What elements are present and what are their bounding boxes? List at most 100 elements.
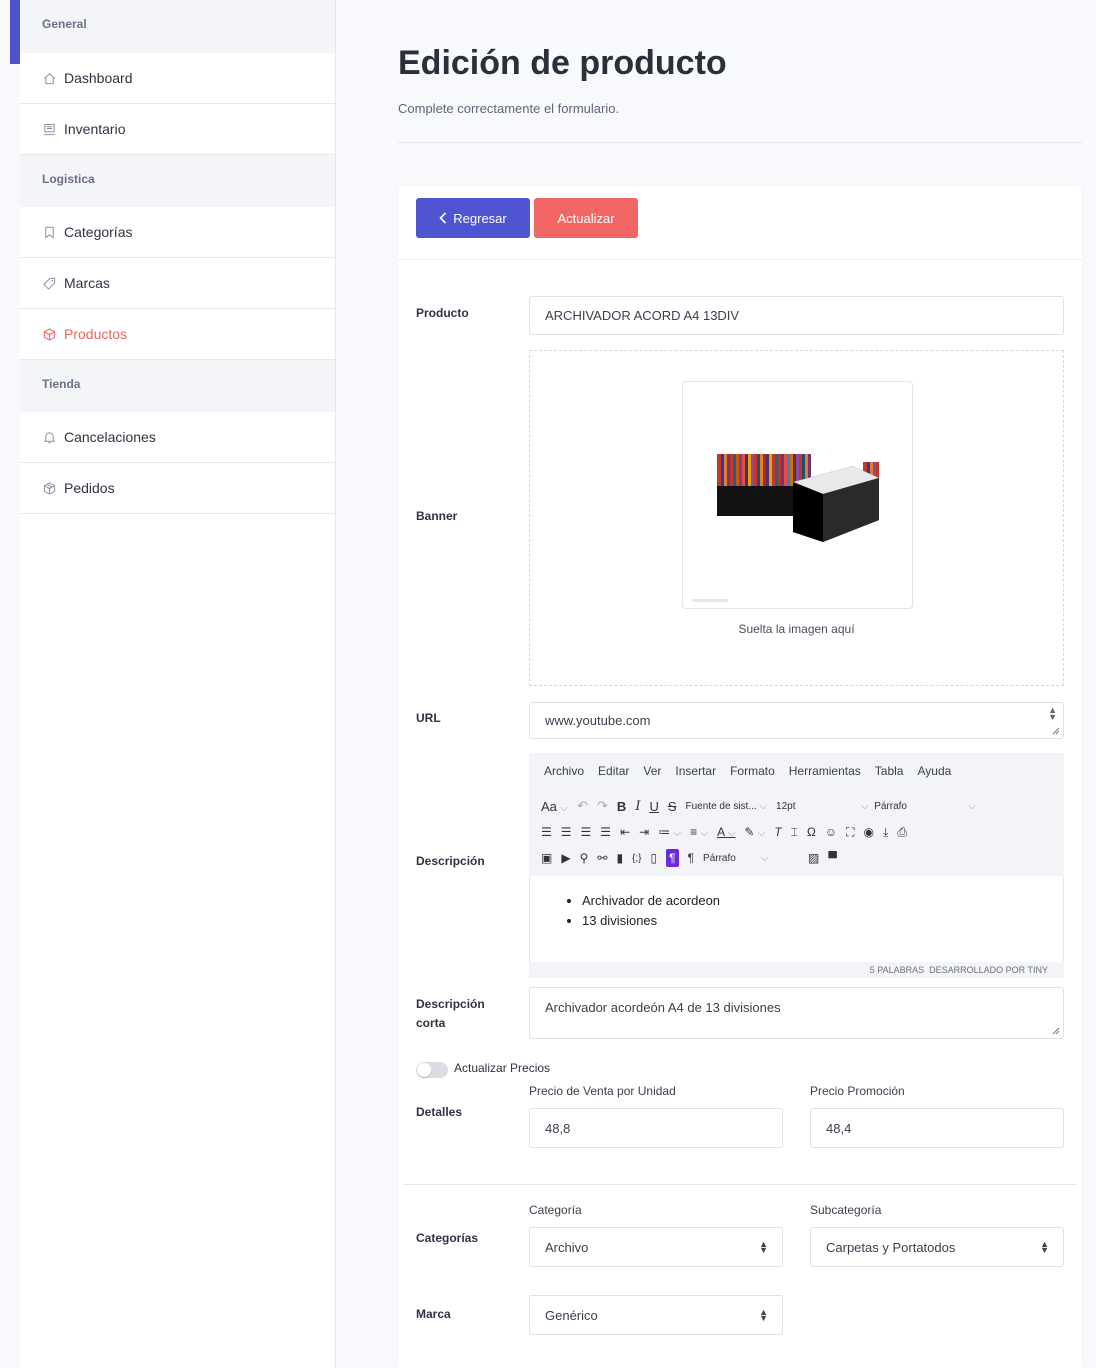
- resize-handle-icon[interactable]: [1051, 1026, 1060, 1035]
- price-label: Precio de Venta por Unidad: [529, 1084, 676, 1098]
- font-size-value: 12pt: [776, 800, 796, 812]
- align-right-icon[interactable]: ☰: [581, 825, 592, 839]
- package-icon: [42, 481, 56, 495]
- list-item: Archivador de acordeon: [582, 891, 1063, 911]
- box-icon: [42, 327, 56, 341]
- italic-icon[interactable]: I: [635, 799, 640, 814]
- preview-icon[interactable]: ◉: [864, 825, 874, 839]
- sidebar-item-cancelaciones[interactable]: Cancelaciones: [20, 412, 335, 463]
- indent-icon[interactable]: ⇥: [639, 825, 649, 839]
- nonbreaking-icon[interactable]: ⌶: [791, 825, 798, 840]
- page-icon[interactable]: ▯: [651, 851, 658, 865]
- sidebar-item-dashboard[interactable]: Dashboard: [20, 53, 335, 104]
- sidebar-item-marcas[interactable]: Marcas: [20, 258, 335, 309]
- link-icon[interactable]: ⚯: [597, 851, 607, 865]
- short-description-textarea[interactable]: Archivador acordeón A4 de 13 divisiones: [529, 987, 1064, 1039]
- category-value: Archivo: [545, 1239, 589, 1255]
- update-button[interactable]: Actualizar: [534, 198, 638, 238]
- editor-menu-herramientas[interactable]: Herramientas: [789, 764, 861, 778]
- emoji-icon[interactable]: ☺: [825, 825, 837, 839]
- underline-icon[interactable]: U: [649, 799, 658, 814]
- editor-menu-tabla[interactable]: Tabla: [875, 764, 904, 778]
- bold-icon[interactable]: B: [617, 799, 626, 814]
- rtl-icon[interactable]: ¶: [688, 851, 694, 865]
- editor-menu-formato[interactable]: Formato: [730, 764, 775, 778]
- subcategory-select[interactable]: Carpetas y Portatodos ▲ ▼: [810, 1227, 1064, 1267]
- outdent-icon[interactable]: ⇤: [620, 825, 630, 839]
- image-dropzone[interactable]: Suelta la imagen aquí: [529, 350, 1064, 686]
- sidebar-item-pedidos[interactable]: Pedidos: [20, 463, 335, 514]
- product-input[interactable]: ARCHIVADOR ACORD A4 13DIV: [529, 296, 1064, 335]
- editor-menu-ayuda[interactable]: Ayuda: [917, 764, 951, 778]
- editor-content[interactable]: Archivador de acordeon 13 divisiones: [529, 876, 1064, 962]
- powered-by[interactable]: DESARROLLADO POR TINY: [929, 965, 1048, 975]
- sidebar-item-label: Inventario: [64, 121, 126, 137]
- image-icon[interactable]: ▣: [541, 851, 552, 865]
- brand-select[interactable]: Genérico ▲ ▼: [529, 1295, 783, 1335]
- editor-menu-editar[interactable]: Editar: [598, 764, 629, 778]
- ltr-icon[interactable]: ¶: [666, 849, 679, 867]
- redo-icon[interactable]: ↷: [597, 798, 608, 814]
- block-format-value-2: Párrafo: [703, 852, 736, 864]
- block-format-value: Párrafo: [874, 800, 907, 812]
- code-sample-icon[interactable]: {;}: [632, 853, 641, 864]
- highlight-icon[interactable]: ✎ ⌵: [744, 825, 765, 839]
- update-prices-label: Actualizar Precios: [454, 1061, 551, 1075]
- sidebar-section-logistica: Logistica: [20, 155, 335, 207]
- bullet-list-icon[interactable]: ≡ ⌵: [690, 825, 708, 839]
- clear-formatting-icon[interactable]: T: [774, 825, 781, 839]
- sidebar-item-label: Dashboard: [64, 70, 133, 86]
- strikethrough-icon[interactable]: S: [668, 799, 677, 814]
- rich-text-editor: Archivo Editar Ver Insertar Formato Herr…: [529, 753, 1064, 978]
- align-justify-icon[interactable]: ☰: [600, 825, 611, 839]
- format-painter-icon[interactable]: ▀: [828, 851, 837, 865]
- font-family-select[interactable]: Fuente de sist... ⌵: [686, 801, 768, 812]
- select-arrows-icon: ▲ ▼: [759, 1307, 768, 1323]
- align-left-icon[interactable]: ☰: [541, 825, 552, 839]
- short-description-value: Archivador acordeón A4 de 13 divisiones: [545, 1000, 781, 1015]
- text-color-icon[interactable]: A ⌵: [717, 825, 735, 839]
- font-size-select[interactable]: 12pt: [776, 801, 852, 812]
- download-icon[interactable]: ⤓: [883, 825, 888, 840]
- price-input[interactable]: 48,8: [529, 1108, 783, 1148]
- undo-icon[interactable]: ↶: [577, 798, 588, 814]
- block-format-select-2[interactable]: Párrafo ⌵: [703, 853, 799, 864]
- promo-price-input[interactable]: 48,4: [810, 1108, 1064, 1148]
- category-select[interactable]: Archivo ▲ ▼: [529, 1227, 783, 1267]
- editor-menu-ver[interactable]: Ver: [643, 764, 661, 778]
- print-icon[interactable]: ⎙: [897, 825, 907, 840]
- page-title: Edición de producto: [398, 44, 727, 82]
- spinner-arrows-icon[interactable]: ▲ ▼: [1048, 706, 1057, 722]
- resize-handle-icon[interactable]: [1051, 726, 1060, 735]
- block-format-select[interactable]: ⌵ Párrafo: [861, 801, 959, 812]
- editor-menubar: Archivo Editar Ver Insertar Formato Herr…: [529, 753, 1064, 789]
- anchor-bookmark-icon[interactable]: ▮: [616, 851, 623, 865]
- sidebar-item-label: Categorías: [64, 224, 133, 240]
- editor-menu-insertar[interactable]: Insertar: [675, 764, 716, 778]
- product-label: Producto: [416, 306, 469, 320]
- short-description-label-line2: corta: [416, 1016, 446, 1030]
- stamp-icon[interactable]: ⚲: [580, 851, 589, 865]
- url-input[interactable]: www.youtube.com ▲ ▼: [529, 702, 1064, 739]
- numbered-list-icon[interactable]: ≔ ⌵: [658, 825, 681, 839]
- product-image: [717, 454, 879, 542]
- editor-statusbar: 5 PALABRAS DESARROLLADO POR TINY: [529, 962, 1064, 978]
- chevron-down-icon[interactable]: ⌵: [968, 801, 976, 812]
- back-button[interactable]: Regresar: [416, 198, 530, 238]
- url-label: URL: [416, 711, 441, 725]
- editor-menu-archivo[interactable]: Archivo: [544, 764, 584, 778]
- sidebar-item-categorias[interactable]: Categorías: [20, 207, 335, 258]
- media-icon[interactable]: ▶: [561, 851, 570, 865]
- align-center-icon[interactable]: ☰: [561, 825, 572, 839]
- sidebar-item-productos[interactable]: Productos: [20, 309, 335, 360]
- template-icon[interactable]: ▨: [808, 851, 819, 865]
- sidebar-item-inventario[interactable]: Inventario: [20, 104, 335, 155]
- section-divider: [403, 1184, 1077, 1185]
- banner-label: Banner: [416, 509, 458, 523]
- fullscreen-icon[interactable]: ⛶: [846, 825, 854, 840]
- text-style-icon[interactable]: Aa ⌵: [541, 799, 568, 814]
- update-prices-toggle[interactable]: [416, 1062, 448, 1078]
- special-char-icon[interactable]: Ω: [807, 825, 816, 839]
- tag-icon: [42, 276, 56, 290]
- font-family-value: Fuente de sist...: [685, 800, 757, 812]
